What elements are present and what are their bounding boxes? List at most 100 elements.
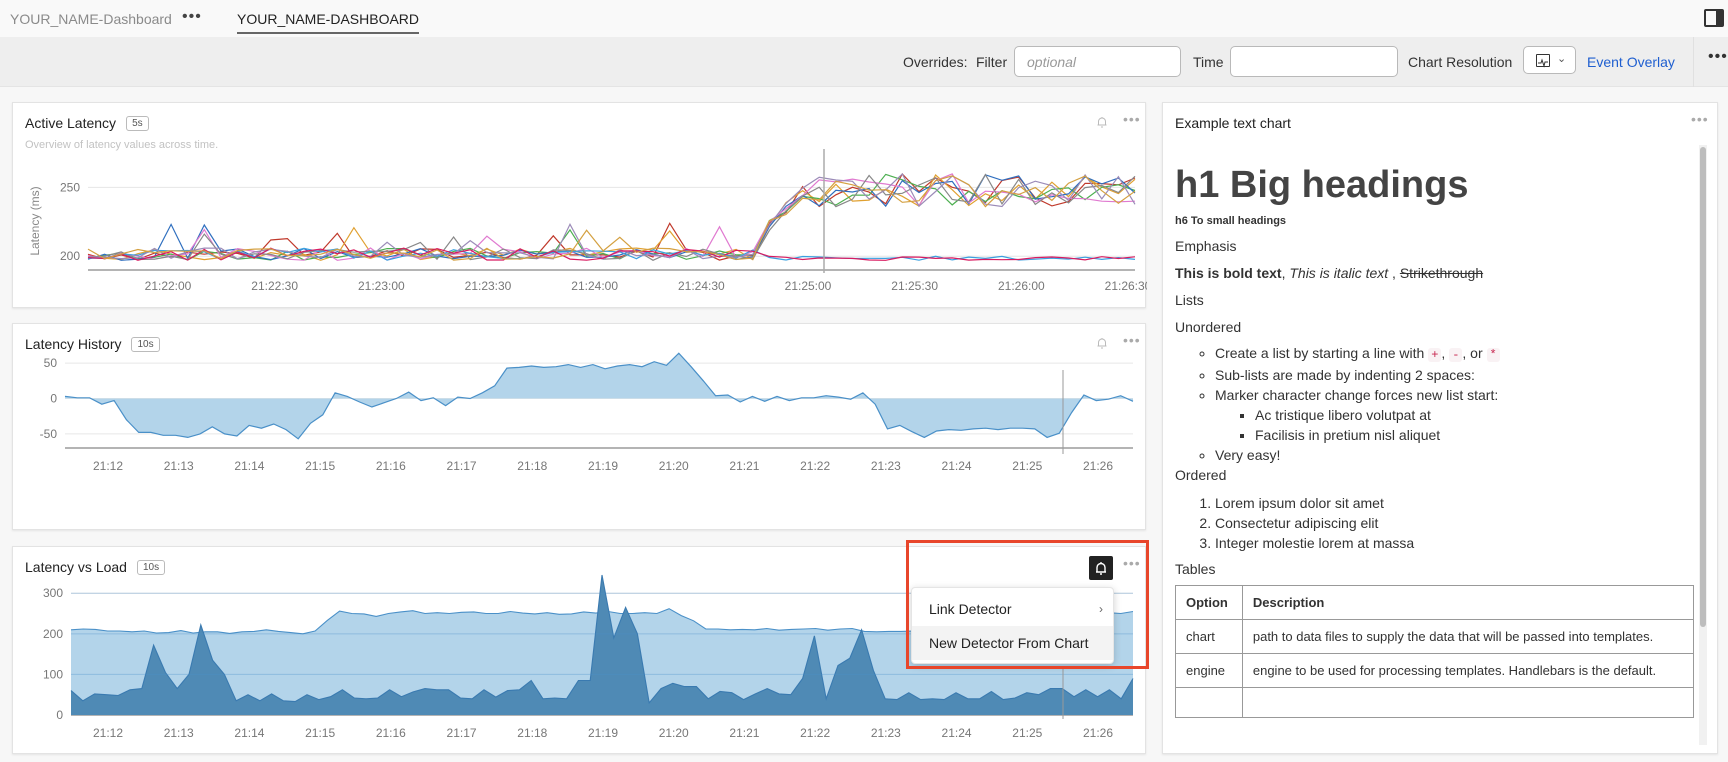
overrides-label: Overrides: [903, 54, 968, 70]
y-axis-label: Latency (ms) [28, 186, 42, 255]
table-cell [1241, 687, 1695, 718]
list-item: Very easy! [1215, 445, 1695, 465]
chart-more-icon[interactable]: ••• [1123, 555, 1141, 571]
chevron-right-icon: › [1099, 602, 1103, 616]
y-tick-label: 50 [44, 356, 58, 370]
table-cell: chart [1175, 619, 1243, 654]
area-fill [65, 353, 1133, 439]
x-tick-label: 21:12 [93, 726, 123, 740]
chart-title-text: Latency vs Load [25, 559, 127, 575]
table-header-row: Option Description [1175, 585, 1695, 620]
table-row [1175, 687, 1695, 718]
table-cell: engine [1175, 653, 1243, 688]
table-cell: path to data files to supply the data th… [1241, 619, 1695, 654]
x-tick-label: 21:26:30 [1105, 279, 1147, 293]
x-tick-label: 21:20 [659, 459, 689, 473]
resolution-badge: 10s [131, 337, 160, 352]
x-tick-label: 21:26 [1083, 459, 1113, 473]
divider [1693, 37, 1694, 87]
chart-title: Latency vs Load 10s [25, 559, 166, 575]
more-options-icon[interactable]: ••• [1708, 48, 1728, 66]
list-item: Lorem ipsum dolor sit amet [1215, 493, 1695, 513]
x-tick-label: 21:25:00 [785, 279, 832, 293]
chart-more-icon[interactable]: ••• [1123, 332, 1141, 348]
table-header: Option [1175, 585, 1243, 620]
list-item: Integer molestie lorem at massa [1215, 533, 1695, 553]
chart-card-active-latency: 200 250 21:22:00 21:22:30 21:23:00 21:23:30 21… [12, 102, 1147, 309]
y-tick-label: 200 [43, 627, 63, 641]
text-chart-card: Example text chart ••• h1 Big headings h… [1162, 102, 1718, 754]
heading-h1: h1 Big headings [1175, 164, 1469, 206]
x-tick-label: 21:13 [164, 726, 194, 740]
side-panel-icon[interactable] [1704, 9, 1724, 27]
x-tick-label: 21:14 [234, 459, 264, 473]
x-tick-label: 21:24 [942, 726, 972, 740]
heading-tables: Tables [1175, 561, 1216, 577]
scrollbar-thumb[interactable] [1700, 147, 1706, 627]
menu-item-link-detector[interactable]: Link Detector › [912, 592, 1113, 626]
chart-title-text: Active Latency [25, 115, 117, 131]
y-tick-label: 300 [43, 586, 63, 600]
scrollbar[interactable] [1699, 145, 1707, 745]
x-tick-label: 21:25 [1012, 459, 1042, 473]
breadcrumb-dashboard-group[interactable]: YOUR_NAME-Dashboard [10, 11, 172, 27]
x-tick-label: 21:25:30 [891, 279, 938, 293]
menu-item-new-detector-from-chart[interactable]: New Detector From Chart [912, 626, 1113, 660]
resolution-badge: 10s [136, 560, 166, 575]
filter-input[interactable] [1014, 46, 1181, 77]
x-tick-label: 21:26 [1083, 726, 1113, 740]
top-bar: YOUR_NAME-Dashboard ••• YOUR_NAME-DASHBO… [0, 0, 1728, 37]
strikethrough-text: Strikethrough [1399, 265, 1484, 281]
chart-more-icon[interactable]: ••• [1123, 111, 1141, 127]
x-tick-label: 21:15 [305, 459, 335, 473]
x-tick-label: 21:16 [376, 726, 406, 740]
x-tick-label: 21:19 [588, 726, 618, 740]
list-item: Ac tristique libero volutpat at [1255, 405, 1695, 425]
chart-title: Active Latency 5s [25, 115, 149, 131]
latency-history-chart[interactable]: -50 0 50 21:12 21:13 21:14 21:15 21:16 21:17 21:1… [13, 324, 1147, 531]
overrides-bar: Overrides: Filter Time Chart Resolution … [0, 37, 1728, 87]
x-tick-label: 21:23 [871, 726, 901, 740]
x-tick-label: 21:13 [164, 459, 194, 473]
bell-icon[interactable] [1095, 115, 1109, 129]
chart-resolution-icon [1536, 54, 1550, 68]
chart-more-icon[interactable]: ••• [1691, 111, 1709, 127]
y-tick-label: 200 [60, 249, 80, 263]
y-tick-label: -50 [40, 427, 58, 441]
x-tick-label: 21:24:30 [678, 279, 725, 293]
nested-list: Ac tristique libero volutpat at Facilisi… [1215, 405, 1695, 445]
list-item: Sub-lists are made by indenting 2 spaces… [1215, 365, 1695, 385]
chart-resolution-label: Chart Resolution [1408, 54, 1513, 70]
code-inline: + [1428, 348, 1442, 362]
chart-resolution-select[interactable]: ⌄ [1523, 46, 1576, 74]
x-tick-label: 21:21 [729, 726, 759, 740]
x-tick-label: 21:24 [942, 459, 972, 473]
heading-emphasis: Emphasis [1175, 238, 1237, 254]
list-item-text: Marker character change forces new list … [1215, 387, 1499, 403]
bell-icon-active[interactable] [1089, 556, 1113, 580]
x-tick-label: 21:18 [517, 726, 547, 740]
x-tick-label: 21:19 [588, 459, 618, 473]
list-item: Consectetur adipiscing elit [1215, 513, 1695, 533]
x-tick-label: 21:22 [800, 726, 830, 740]
y-tick-label: 250 [60, 180, 80, 194]
list-item: Marker character change forces new list … [1215, 385, 1695, 445]
time-input[interactable] [1230, 46, 1398, 77]
x-tick-label: 21:22:30 [251, 279, 298, 293]
filter-label: Filter [976, 54, 1008, 70]
bell-icon[interactable] [1095, 336, 1109, 350]
heading-h6: h6 To small headings [1175, 215, 1287, 227]
ordered-list: Lorem ipsum dolor sit amet Consectetur a… [1175, 493, 1695, 553]
chart-description: Overview of latency values across time. [25, 139, 219, 151]
event-overlay-link[interactable]: Event Overlay [1587, 54, 1675, 70]
x-tick-label: 21:26:00 [998, 279, 1045, 293]
separator: , or [1462, 345, 1487, 361]
active-latency-chart[interactable]: 200 250 21:22:00 21:22:30 21:23:00 21:23:30 21… [13, 103, 1147, 309]
time-label: Time [1193, 54, 1224, 70]
x-tick-label: 21:20 [659, 726, 689, 740]
x-tick-label: 21:23:30 [465, 279, 512, 293]
x-tick-label: 21:23:00 [358, 279, 405, 293]
x-tick-label: 21:18 [517, 459, 547, 473]
tab-dashboard[interactable]: YOUR_NAME-DASHBOARD [237, 11, 420, 34]
breadcrumb-more-icon[interactable]: ••• [182, 8, 202, 26]
